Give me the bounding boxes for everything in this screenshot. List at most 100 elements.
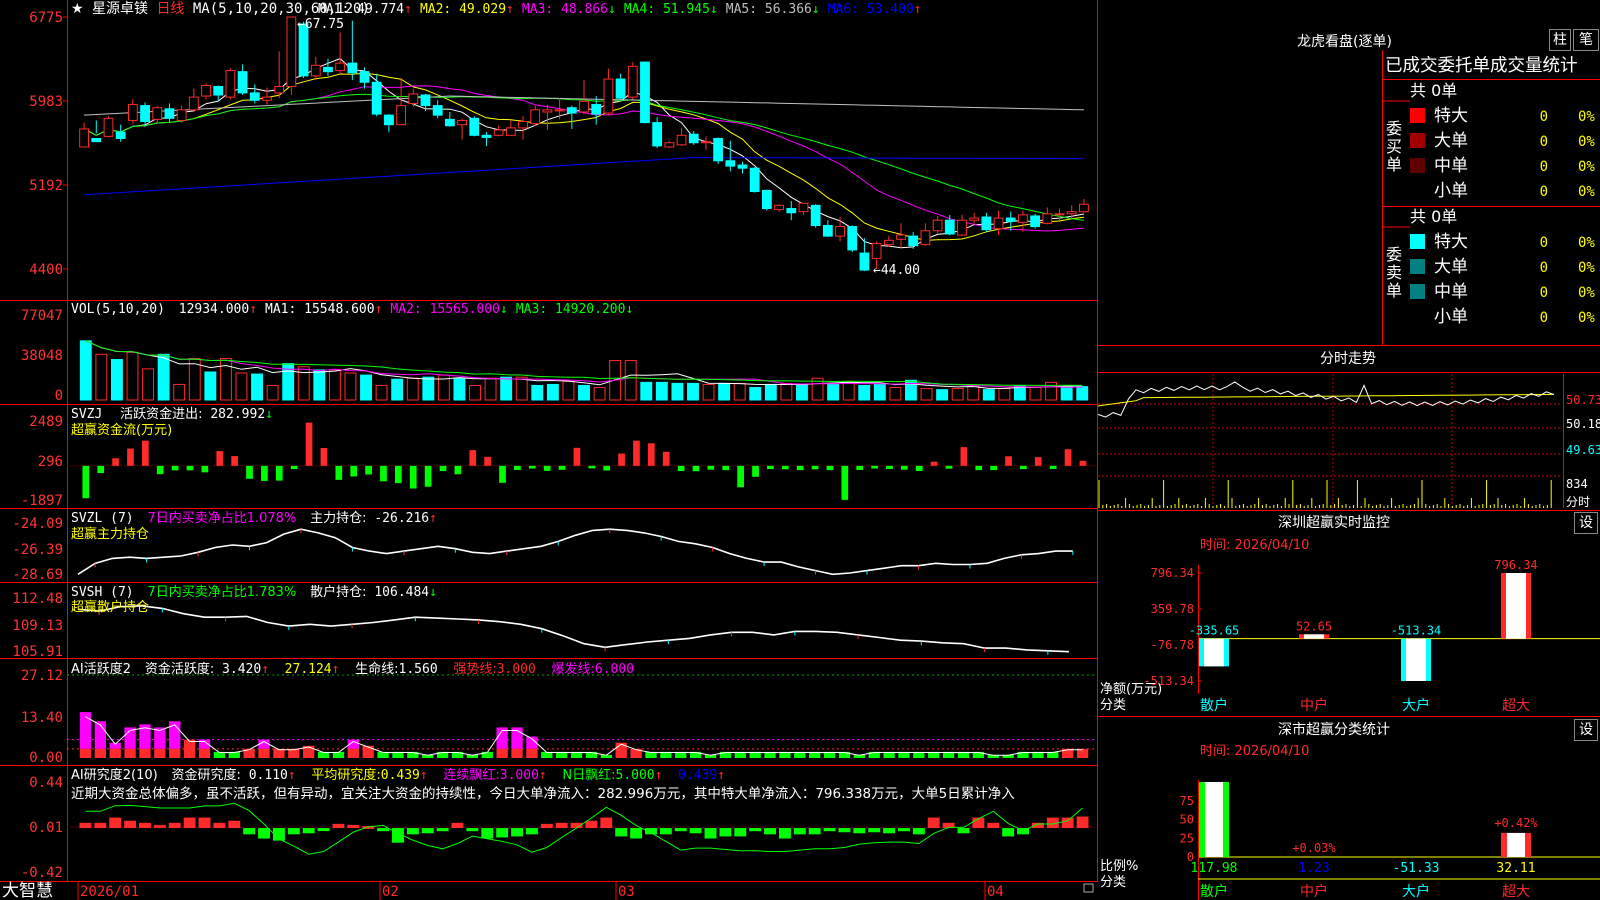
candle [615, 73, 626, 100]
research-bar [764, 828, 776, 835]
low-price-label: ←44.00 [873, 263, 920, 278]
orders-color-swatch [1410, 284, 1425, 299]
research-bar [898, 828, 910, 832]
monitor-value-label: -513.34 [1391, 624, 1442, 638]
candle-body [579, 100, 589, 113]
candle-body [1030, 215, 1041, 228]
candle [652, 117, 663, 149]
ai-active-bar [183, 739, 196, 758]
class-category: 中户 [1300, 883, 1328, 900]
ai-active-bar [258, 748, 270, 758]
svsh-line [77, 604, 1069, 653]
research-bar [139, 822, 151, 829]
svzj-bar [380, 465, 387, 482]
orders-count: 0 [1540, 235, 1548, 251]
research-bar [1061, 817, 1074, 829]
candle-body [237, 71, 248, 94]
research-bar [719, 828, 732, 837]
classification-title: 深市超赢分类统计 [1278, 721, 1390, 738]
candle [371, 73, 382, 117]
monitor-category: 中户 [1300, 697, 1328, 714]
research-bar [258, 828, 270, 839]
svzj-bar [112, 458, 119, 466]
class-bar-highlight [1507, 832, 1525, 857]
high-price-label: ←67.75 [297, 17, 344, 32]
orders-color-swatch [1410, 259, 1425, 274]
orders-percent: 0% [1578, 260, 1595, 276]
vol-header: VOL(5,10,20) 12934.000↑ [71, 302, 257, 317]
monitor-settings-button[interactable]: 设 [1574, 512, 1598, 534]
svzj-bar [975, 465, 983, 471]
candle [713, 137, 724, 164]
volume-bar [936, 389, 949, 401]
svsh-y-tick: 112.48 [12, 591, 63, 607]
lock-icon[interactable] [1083, 883, 1094, 893]
main-y-tick: 4400 [29, 262, 63, 278]
volume-bar [266, 384, 279, 401]
candle-body [847, 226, 858, 251]
class-y-tick: 25 [1180, 831, 1194, 845]
svzj-bar [171, 465, 179, 471]
classification-xlabel: 分类 [1100, 875, 1126, 890]
research-bar [838, 828, 851, 833]
ai-active-bar [79, 748, 92, 758]
class-value-label: 117.98 [1191, 861, 1238, 876]
candle-body [201, 84, 211, 97]
orders-category: 大单 [1434, 257, 1468, 277]
svsh-line [77, 604, 1069, 655]
vol-y-tick: 77047 [21, 308, 63, 324]
svzj-bar [752, 465, 759, 477]
candle [1018, 210, 1028, 232]
research-bar [853, 828, 866, 834]
research-bar [883, 828, 896, 834]
svzl-subtitle: 超赢主力持仓 [71, 526, 149, 542]
ai-research-y-tick: 0.44 [29, 775, 63, 791]
candle [847, 225, 858, 253]
svzj-bar [335, 465, 343, 480]
ai-active-y-tick: 27.12 [21, 668, 63, 684]
candle-body [932, 219, 943, 232]
x-axis-label: 2026/01 [80, 884, 139, 900]
svzj-bar [737, 465, 744, 488]
volume-bar [406, 377, 419, 401]
volume-bar [500, 376, 513, 401]
candle [701, 136, 711, 151]
research-bar [823, 828, 836, 832]
svzj-bar [1049, 465, 1057, 469]
candle-body [396, 105, 406, 126]
column-view-button[interactable]: 柱 [1549, 29, 1571, 51]
candle-body [883, 239, 894, 246]
orders-color-swatch [1410, 133, 1425, 148]
x-axis-label: 04 [987, 884, 1004, 900]
volume-bar [422, 376, 435, 401]
candle [810, 204, 821, 228]
candle [79, 122, 89, 148]
candle-body [542, 109, 553, 113]
candle [469, 116, 480, 137]
candle [664, 140, 675, 149]
classification-settings-button[interactable]: 设 [1574, 719, 1598, 741]
ai-active-bar [511, 748, 523, 758]
candle-body [1079, 203, 1089, 213]
research-bar [511, 828, 523, 837]
research-bar [808, 828, 821, 835]
candle [347, 20, 358, 81]
classification-chart: 7550250+0.03%+0.42%117.98 1.23 -51.33 32.11… [1180, 780, 1600, 900]
svzj-bars [67, 422, 1097, 500]
research-bar [674, 828, 687, 832]
research-bar [183, 817, 196, 829]
svzl-y-tick: -26.39 [12, 542, 63, 558]
svzj-y-tick: 296 [38, 454, 63, 470]
stock-name: 星源卓镁 [92, 1, 148, 17]
orders-count: 0 [1540, 134, 1548, 150]
orders-percent: 0% [1578, 310, 1595, 326]
monitor-chart: 796.34 359.78 -76.78 -513.34 -335.65 散户 52.65 中… [1143, 558, 1600, 714]
monitor-bar [1401, 638, 1431, 681]
ai-research-y-tick: 0.01 [29, 820, 63, 836]
candle-body [469, 117, 480, 136]
svzj-bar [826, 465, 834, 471]
stroke-view-button[interactable]: 笔 [1573, 29, 1599, 51]
research-bar [778, 828, 791, 839]
intraday-title: 分时走势 [1320, 351, 1376, 367]
candle [274, 51, 285, 99]
